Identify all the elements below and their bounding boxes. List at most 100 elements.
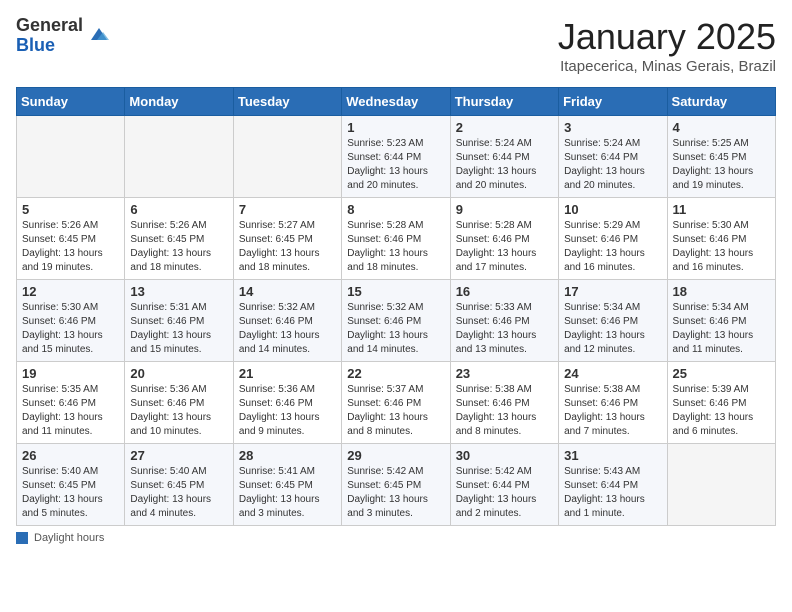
title-area: January 2025 Itapecerica, Minas Gerais, … [558, 16, 776, 75]
day-info: Sunrise: 5:43 AMSunset: 6:44 PMDaylight:… [564, 465, 661, 521]
calendar-cell: 29Sunrise: 5:42 AMSunset: 6:45 PMDayligh… [342, 444, 450, 526]
calendar-cell: 8 Sunrise: 5:28 AMSunset: 6:46 PMDaylight… [342, 198, 450, 280]
day-number: 4 [673, 120, 770, 135]
day-number: 19 [22, 366, 119, 381]
day-info: Sunrise: 5:38 AMSunset: 6:46 PMDaylight:… [456, 383, 553, 439]
day-number: 6 [130, 202, 227, 217]
calendar-week-row: 1 Sunrise: 5:23 AMSunset: 6:44 PMDaylight… [17, 116, 776, 198]
calendar-cell: 21 Sunrise: 5:36 AMSunset: 6:46 PMDayligh… [233, 362, 341, 444]
day-number: 7 [239, 202, 336, 217]
day-number: 28 [239, 448, 336, 463]
day-number: 11 [673, 202, 770, 217]
weekday-header-saturday: Saturday [667, 88, 775, 116]
calendar-cell: 23 Sunrise: 5:38 AMSunset: 6:46 PMDayligh… [450, 362, 558, 444]
day-number: 29 [347, 448, 444, 463]
weekday-header-wednesday: Wednesday [342, 88, 450, 116]
header: General Blue January 2025 Itapecerica, M… [16, 16, 776, 75]
day-info: Sunrise: 5:25 AMSunset: 6:45 PMDaylight:… [673, 137, 770, 193]
day-number: 21 [239, 366, 336, 381]
day-info: Sunrise: 5:35 AMSunset: 6:46 PMDaylight:… [22, 383, 119, 439]
day-info: Sunrise: 5:26 AMSunset: 6:45 PMDaylight:… [130, 219, 227, 275]
calendar-cell: 6 Sunrise: 5:26 AMSunset: 6:45 PMDaylight… [125, 198, 233, 280]
calendar-cell: 7 Sunrise: 5:27 AMSunset: 6:45 PMDaylight… [233, 198, 341, 280]
calendar-cell: 16 Sunrise: 5:33 AMSunset: 6:46 PMDayligh… [450, 280, 558, 362]
day-number: 2 [456, 120, 553, 135]
weekday-header-monday: Monday [125, 88, 233, 116]
day-number: 3 [564, 120, 661, 135]
day-info: Sunrise: 5:37 AMSunset: 6:46 PMDaylight:… [347, 383, 444, 439]
day-number: 16 [456, 284, 553, 299]
day-info: Sunrise: 5:28 AMSunset: 6:46 PMDaylight:… [347, 219, 444, 275]
day-number: 14 [239, 284, 336, 299]
calendar-cell: 17Sunrise: 5:34 AMSunset: 6:46 PMDayligh… [559, 280, 667, 362]
calendar-cell: 3Sunrise: 5:24 AMSunset: 6:44 PMDaylight… [559, 116, 667, 198]
calendar-cell: 31 Sunrise: 5:43 AMSunset: 6:44 PMDayligh… [559, 444, 667, 526]
day-info: Sunrise: 5:27 AMSunset: 6:45 PMDaylight:… [239, 219, 336, 275]
weekday-header-friday: Friday [559, 88, 667, 116]
calendar-cell: 4 Sunrise: 5:25 AMSunset: 6:45 PMDaylight… [667, 116, 775, 198]
day-info: Sunrise: 5:36 AMSunset: 6:46 PMDaylight:… [239, 383, 336, 439]
calendar-cell [667, 444, 775, 526]
calendar-cell [125, 116, 233, 198]
day-number: 31 [564, 448, 661, 463]
day-number: 27 [130, 448, 227, 463]
calendar-cell: 26Sunrise: 5:40 AMSunset: 6:45 PMDayligh… [17, 444, 125, 526]
calendar-cell: 13Sunrise: 5:31 AMSunset: 6:46 PMDayligh… [125, 280, 233, 362]
weekday-header-row: SundayMondayTuesdayWednesdayThursdayFrid… [17, 88, 776, 116]
calendar-week-row: 19 Sunrise: 5:35 AMSunset: 6:46 PMDayligh… [17, 362, 776, 444]
calendar-cell: 19 Sunrise: 5:35 AMSunset: 6:46 PMDayligh… [17, 362, 125, 444]
day-number: 10 [564, 202, 661, 217]
day-info: Sunrise: 5:23 AMSunset: 6:44 PMDaylight:… [347, 137, 444, 193]
day-info: Sunrise: 5:36 AMSunset: 6:46 PMDaylight:… [130, 383, 227, 439]
day-info: Sunrise: 5:33 AMSunset: 6:46 PMDaylight:… [456, 301, 553, 357]
day-info: Sunrise: 5:29 AMSunset: 6:46 PMDaylight:… [564, 219, 661, 275]
day-info: Sunrise: 5:28 AMSunset: 6:46 PMDaylight:… [456, 219, 553, 275]
day-number: 18 [673, 284, 770, 299]
calendar-cell: 11Sunrise: 5:30 AMSunset: 6:46 PMDayligh… [667, 198, 775, 280]
day-info: Sunrise: 5:32 AMSunset: 6:46 PMDaylight:… [347, 301, 444, 357]
day-info: Sunrise: 5:26 AMSunset: 6:45 PMDaylight:… [22, 219, 119, 275]
calendar-cell: 27Sunrise: 5:40 AMSunset: 6:45 PMDayligh… [125, 444, 233, 526]
day-number: 26 [22, 448, 119, 463]
day-info: Sunrise: 5:42 AMSunset: 6:44 PMDaylight:… [456, 465, 553, 521]
logo-blue-text: Blue [16, 36, 83, 56]
month-title: January 2025 [558, 16, 776, 58]
calendar-cell: 14Sunrise: 5:32 AMSunset: 6:46 PMDayligh… [233, 280, 341, 362]
day-number: 20 [130, 366, 227, 381]
day-number: 13 [130, 284, 227, 299]
day-number: 30 [456, 448, 553, 463]
logo: General Blue [16, 16, 111, 56]
day-number: 23 [456, 366, 553, 381]
weekday-header-thursday: Thursday [450, 88, 558, 116]
calendar-cell: 28Sunrise: 5:41 AMSunset: 6:45 PMDayligh… [233, 444, 341, 526]
day-info: Sunrise: 5:38 AMSunset: 6:46 PMDaylight:… [564, 383, 661, 439]
day-number: 15 [347, 284, 444, 299]
calendar-cell [17, 116, 125, 198]
calendar-week-row: 26Sunrise: 5:40 AMSunset: 6:45 PMDayligh… [17, 444, 776, 526]
calendar-cell: 9Sunrise: 5:28 AMSunset: 6:46 PMDaylight… [450, 198, 558, 280]
day-number: 12 [22, 284, 119, 299]
day-number: 24 [564, 366, 661, 381]
day-info: Sunrise: 5:34 AMSunset: 6:46 PMDaylight:… [564, 301, 661, 357]
calendar-week-row: 12 Sunrise: 5:30 AMSunset: 6:46 PMDayligh… [17, 280, 776, 362]
day-number: 25 [673, 366, 770, 381]
day-number: 8 [347, 202, 444, 217]
calendar-cell: 25 Sunrise: 5:39 AMSunset: 6:46 PMDayligh… [667, 362, 775, 444]
calendar-cell: 2 Sunrise: 5:24 AMSunset: 6:44 PMDaylight… [450, 116, 558, 198]
day-info: Sunrise: 5:34 AMSunset: 6:46 PMDaylight:… [673, 301, 770, 357]
calendar-table: SundayMondayTuesdayWednesdayThursdayFrid… [16, 87, 776, 526]
day-number: 5 [22, 202, 119, 217]
day-number: 22 [347, 366, 444, 381]
weekday-header-tuesday: Tuesday [233, 88, 341, 116]
calendar-cell: 1 Sunrise: 5:23 AMSunset: 6:44 PMDaylight… [342, 116, 450, 198]
day-info: Sunrise: 5:39 AMSunset: 6:46 PMDaylight:… [673, 383, 770, 439]
day-info: Sunrise: 5:30 AMSunset: 6:46 PMDaylight:… [22, 301, 119, 357]
calendar-cell: 18 Sunrise: 5:34 AMSunset: 6:46 PMDayligh… [667, 280, 775, 362]
logo-icon [87, 22, 111, 46]
calendar-cell: 15 Sunrise: 5:32 AMSunset: 6:46 PMDayligh… [342, 280, 450, 362]
calendar-cell: 10 Sunrise: 5:29 AMSunset: 6:46 PMDayligh… [559, 198, 667, 280]
day-info: Sunrise: 5:24 AMSunset: 6:44 PMDaylight:… [456, 137, 553, 193]
calendar-cell: 20 Sunrise: 5:36 AMSunset: 6:46 PMDayligh… [125, 362, 233, 444]
day-number: 1 [347, 120, 444, 135]
weekday-header-sunday: Sunday [17, 88, 125, 116]
